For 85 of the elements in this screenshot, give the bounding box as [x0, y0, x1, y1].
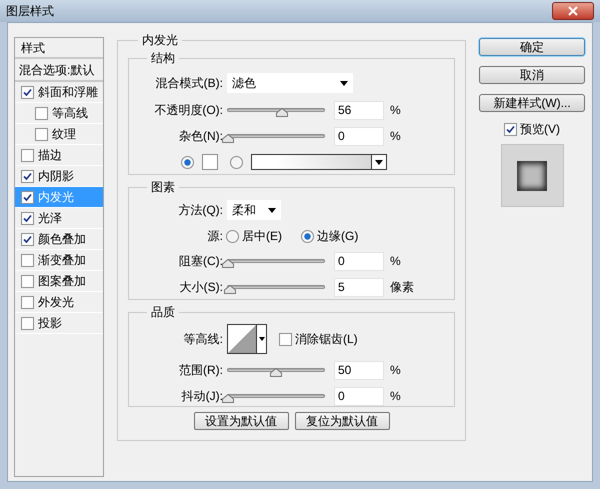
slider-thumb[interactable]: [222, 394, 234, 403]
checkbox[interactable]: [21, 296, 34, 308]
dialog-button[interactable]: 确定: [479, 38, 585, 56]
field-label: 源:: [206, 228, 223, 245]
field-label: 混合模式(B):: [154, 75, 223, 92]
dropdown[interactable]: 滤色: [227, 73, 353, 93]
input-field[interactable]: 50: [334, 360, 384, 380]
group-title: 内发光: [141, 32, 179, 49]
checkbox[interactable]: [21, 254, 34, 266]
checked-checkbox[interactable]: [21, 212, 34, 224]
checkbox[interactable]: [279, 332, 292, 346]
field-label: 阻塞(C):: [178, 253, 223, 270]
unit-label: %: [390, 102, 401, 119]
list-item[interactable]: 投影: [15, 313, 103, 334]
list-item[interactable]: 光泽: [15, 208, 103, 229]
selected-radio-button[interactable]: [181, 156, 194, 168]
dialog-button[interactable]: 新建样式(W)...: [479, 94, 585, 112]
list-item[interactable]: 混合选项:默认: [15, 59, 103, 82]
input-field[interactable]: 5: [334, 278, 384, 296]
slider-thumb[interactable]: [224, 285, 236, 294]
radio-label: 居中(E): [242, 228, 282, 245]
checkbox[interactable]: [21, 274, 34, 288]
checkbox[interactable]: [35, 128, 48, 140]
section-title: 结构: [150, 50, 176, 67]
slider-thumb[interactable]: [222, 134, 234, 143]
field-label: 范围(R):: [178, 362, 223, 379]
unit-label: %: [390, 253, 401, 270]
field-label: 方法(Q):: [177, 202, 223, 219]
caret-icon: [340, 80, 348, 86]
input-field[interactable]: 0: [334, 252, 384, 270]
list-item[interactable]: 纹理: [15, 124, 103, 145]
checked-checkbox[interactable]: [21, 190, 34, 204]
field-label: 杂色(N):: [178, 128, 223, 145]
radio-button[interactable]: [226, 230, 239, 242]
section-title: 图素: [150, 179, 176, 196]
checkbox-label: 预览(V): [520, 121, 560, 138]
checkbox[interactable]: [21, 316, 34, 330]
gradient-picker[interactable]: [251, 154, 387, 170]
caret-icon: [375, 160, 383, 164]
checkbox-label: 消除锯齿(L): [295, 331, 358, 348]
action-button[interactable]: 设置为默认值: [194, 412, 288, 430]
unit-label: 像素: [390, 279, 414, 296]
field-label: 不透明度(O):: [153, 102, 223, 119]
window-title: 图层样式: [6, 3, 54, 20]
slider-thumb[interactable]: [222, 259, 234, 268]
field-label: 抖动(J):: [180, 388, 223, 405]
caret-icon: [258, 337, 264, 341]
dialog-button[interactable]: 取消: [479, 66, 585, 84]
unit-label: %: [390, 388, 401, 405]
checked-checkbox[interactable]: [21, 86, 34, 98]
input-field[interactable]: 0: [334, 126, 384, 146]
radio-label: 边缘(G): [317, 228, 358, 245]
action-button[interactable]: 复位为默认值: [294, 412, 390, 430]
radio-button[interactable]: [230, 156, 243, 168]
checked-checkbox[interactable]: [504, 122, 517, 136]
checked-checkbox[interactable]: [21, 232, 34, 246]
section-title: 品质: [150, 304, 176, 321]
close-icon: [568, 6, 578, 16]
field-label: 大小(S):: [178, 279, 223, 296]
unit-label: %: [390, 362, 401, 379]
input-field[interactable]: 0: [334, 386, 384, 406]
checkbox[interactable]: [21, 148, 34, 162]
input-field[interactable]: 56: [334, 100, 384, 120]
unit-label: %: [390, 128, 401, 145]
preview-swatch: [517, 160, 547, 190]
list-item[interactable]: 斜面和浮雕: [15, 82, 103, 103]
list-item[interactable]: 等高线: [15, 103, 103, 124]
contour-picker[interactable]: [227, 324, 267, 354]
list-header: 样式: [15, 38, 103, 59]
list-item[interactable]: 外发光: [15, 292, 103, 313]
color-swatch[interactable]: [202, 154, 218, 170]
list-item[interactable]: 渐变叠加: [15, 250, 103, 271]
list-item[interactable]: 颜色叠加: [15, 229, 103, 250]
checkbox[interactable]: [35, 106, 48, 120]
close-button[interactable]: [552, 2, 594, 20]
selected-radio-button[interactable]: [301, 230, 314, 242]
checked-checkbox[interactable]: [21, 170, 34, 182]
caret-icon: [268, 208, 276, 212]
dropdown[interactable]: 柔和: [227, 200, 281, 220]
list-item[interactable]: 图案叠加: [15, 271, 103, 292]
field-label: 等高线:: [182, 331, 223, 348]
list-item[interactable]: 描边: [15, 145, 103, 166]
slider-thumb[interactable]: [270, 368, 282, 377]
contour-curve-icon: [228, 325, 256, 353]
slider-thumb[interactable]: [276, 108, 288, 117]
